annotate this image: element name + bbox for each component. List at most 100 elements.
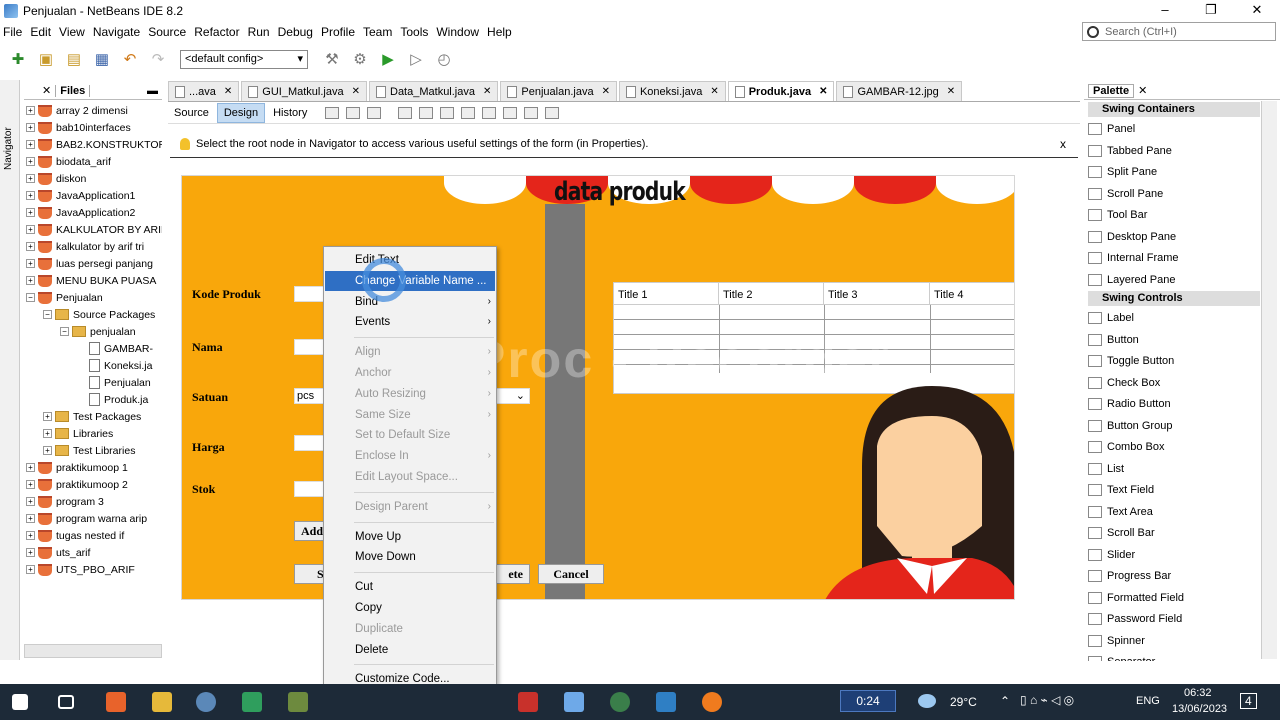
tree-item[interactable]: − Source Packages: [43, 306, 155, 323]
context-menu-item[interactable]: Cut: [325, 577, 495, 597]
tree-item[interactable]: + praktikumoop 1: [26, 459, 128, 476]
center-vertically-icon[interactable]: [503, 106, 518, 119]
design-view-button[interactable]: Design: [216, 102, 266, 123]
selection-mode-icon[interactable]: [325, 106, 340, 119]
menu-run[interactable]: Run: [248, 25, 270, 39]
editor-tab[interactable]: Koneksi.java ✕: [618, 81, 726, 101]
clean-build-icon[interactable]: ⚙: [348, 48, 372, 70]
app-icon[interactable]: [656, 692, 676, 712]
expand-icon[interactable]: +: [26, 259, 35, 268]
close-hint-icon[interactable]: x: [1060, 137, 1066, 151]
palette-item[interactable]: Button Group: [1088, 416, 1172, 436]
menu-refactor[interactable]: Refactor: [194, 25, 239, 39]
tree-item[interactable]: + kalkulator by arif tri: [26, 238, 144, 255]
run-icon[interactable]: ▶: [376, 48, 400, 70]
collapse-icon[interactable]: −: [26, 293, 35, 302]
tree-item[interactable]: + array 2 dimensi: [26, 102, 128, 119]
search-input[interactable]: Search (Ctrl+I): [1082, 22, 1276, 41]
open-project-icon[interactable]: ▤: [62, 48, 86, 70]
close-tab-icon[interactable]: ✕: [352, 86, 360, 97]
tree-item[interactable]: + biodata_arif: [26, 153, 111, 170]
palette-item[interactable]: Text Area: [1088, 502, 1153, 522]
spreadsheet-app-icon[interactable]: [242, 692, 262, 712]
weather-icon[interactable]: [918, 694, 936, 708]
tree-item[interactable]: + JavaApplication2: [26, 204, 135, 221]
tree-item[interactable]: + KALKULATOR BY ARIF: [26, 221, 162, 238]
expand-icon[interactable]: +: [26, 242, 35, 251]
context-menu-item[interactable]: Change Variable Name ...: [325, 270, 495, 291]
tree-item[interactable]: + BAB2.KONSTRUKTOR: [26, 136, 162, 153]
history-view-button[interactable]: History: [267, 104, 313, 122]
align-bottom-icon[interactable]: [482, 106, 497, 119]
close-tab-icon[interactable]: ✕: [483, 86, 491, 97]
stok-field[interactable]: [294, 481, 324, 497]
editor-tab[interactable]: GAMBAR-12.jpg ✕: [836, 81, 963, 101]
windows-start-icon[interactable]: [12, 694, 28, 710]
expand-icon[interactable]: +: [43, 429, 52, 438]
palette-item[interactable]: Button: [1088, 330, 1139, 350]
tree-item[interactable]: + diskon: [26, 170, 86, 187]
tree-item[interactable]: + praktikumoop 2: [26, 476, 128, 493]
tree-item[interactable]: + luas persegi panjang: [26, 255, 153, 272]
config-select[interactable]: <default config>: [180, 49, 308, 69]
expand-icon[interactable]: +: [26, 548, 35, 557]
expand-icon[interactable]: +: [26, 463, 35, 472]
expand-icon[interactable]: +: [26, 480, 35, 489]
tree-item[interactable]: + program 3: [26, 493, 104, 510]
table-header[interactable]: Title 3: [824, 283, 930, 305]
editor-tab[interactable]: Produk.java ✕: [727, 81, 835, 101]
menu-view[interactable]: View: [59, 25, 85, 39]
palette-item[interactable]: Combo Box: [1088, 437, 1164, 457]
notifications-badge[interactable]: 4: [1240, 693, 1257, 709]
tree-item[interactable]: + JavaApplication1: [26, 187, 135, 204]
debug-icon[interactable]: ▷: [404, 48, 428, 70]
align-right-icon[interactable]: [419, 106, 434, 119]
palette-item[interactable]: Tabbed Pane: [1088, 141, 1172, 161]
minimize-panel-icon[interactable]: ▬: [147, 85, 158, 97]
file-explorer-icon[interactable]: [152, 692, 172, 712]
input-language[interactable]: ENG: [1136, 695, 1160, 707]
palette-item[interactable]: Separator: [1088, 652, 1155, 661]
palette-item[interactable]: List: [1088, 459, 1124, 479]
media-app-icon[interactable]: [196, 692, 216, 712]
app-icon[interactable]: [518, 692, 538, 712]
preview-design-icon[interactable]: [367, 106, 382, 119]
firefox-icon[interactable]: [702, 692, 722, 712]
tree-item[interactable]: Koneksi.ja: [77, 357, 152, 374]
new-file-icon[interactable]: ✚: [6, 48, 30, 70]
source-view-button[interactable]: Source: [168, 104, 215, 122]
tray-icons[interactable]: ▯ ⌂ ⌁ ◁ ◎: [1020, 693, 1074, 707]
close-icon[interactable]: ✕: [42, 84, 51, 97]
xampp-icon[interactable]: [106, 692, 126, 712]
align-left-icon[interactable]: [398, 106, 413, 119]
center-horizontally-icon[interactable]: [440, 106, 455, 119]
navigator-side-tab[interactable]: Navigator: [3, 100, 17, 170]
align-top-icon[interactable]: [461, 106, 476, 119]
context-menu-item[interactable]: Events ›: [325, 312, 495, 332]
palette-item[interactable]: Panel: [1088, 119, 1135, 139]
new-project-icon[interactable]: ▣: [34, 48, 58, 70]
kode-produk-field[interactable]: [294, 286, 324, 302]
menu-team[interactable]: Team: [363, 25, 392, 39]
tree-item[interactable]: + Test Packages: [43, 408, 141, 425]
tree-item[interactable]: + uts_arif: [26, 544, 90, 561]
menu-debug[interactable]: Debug: [278, 25, 313, 39]
context-menu-item[interactable]: Move Up: [325, 527, 495, 547]
clock-time[interactable]: 06:32: [1184, 687, 1212, 699]
close-button[interactable]: ✕: [1234, 0, 1280, 22]
collapse-icon[interactable]: −: [60, 327, 69, 336]
tab-files[interactable]: Files: [55, 84, 91, 97]
palette-item[interactable]: Text Field: [1088, 480, 1154, 500]
tree-item[interactable]: − penjualan: [60, 323, 136, 340]
expand-icon[interactable]: +: [26, 157, 35, 166]
palette-item[interactable]: Layered Pane: [1088, 270, 1176, 290]
expand-icon[interactable]: +: [26, 106, 35, 115]
menu-profile[interactable]: Profile: [321, 25, 355, 39]
table-row[interactable]: [614, 305, 1014, 320]
palette-item[interactable]: Spinner: [1088, 631, 1145, 651]
expand-icon[interactable]: +: [26, 140, 35, 149]
close-icon[interactable]: ✕: [1138, 84, 1147, 97]
palette-item[interactable]: Scroll Bar: [1088, 523, 1155, 543]
editor-tab[interactable]: ...ava ✕: [168, 81, 240, 101]
tree-item[interactable]: Penjualan: [77, 374, 151, 391]
